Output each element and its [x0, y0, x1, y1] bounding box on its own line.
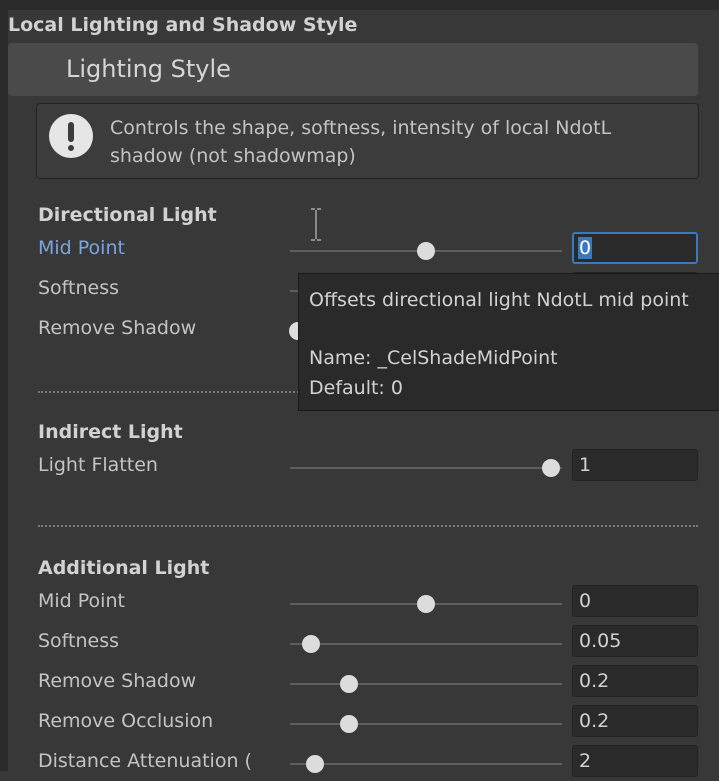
indirect-light-flatten-row: Light Flatten 1 [0, 449, 719, 485]
additional-remove-shadow-thumb[interactable] [340, 675, 358, 693]
additional-distance-attenuation-row: Distance Attenuation ( 2 [0, 745, 719, 781]
additional-mid-point-row: Mid Point 0 [0, 585, 719, 621]
additional-remove-shadow-label: Remove Shadow [38, 670, 197, 692]
additional-remove-shadow-field[interactable]: 0.2 [572, 665, 698, 697]
additional-distance-attenuation-thumb[interactable] [306, 755, 324, 773]
additional-softness-slider[interactable] [290, 643, 562, 645]
additional-softness-thumb[interactable] [302, 635, 320, 653]
additional-remove-occlusion-slider[interactable] [290, 723, 562, 725]
additional-softness-field[interactable]: 0.05 [572, 625, 698, 657]
light-flatten-value: 1 [579, 454, 592, 476]
help-box: Controls the shape, softness, intensity … [36, 103, 699, 179]
additional-remove-shadow-row: Remove Shadow 0.2 [0, 665, 719, 701]
additional-remove-occlusion-thumb[interactable] [340, 715, 358, 733]
lighting-style-label: Lighting Style [66, 55, 231, 83]
additional-remove-occlusion-value: 0.2 [579, 710, 610, 732]
additional-remove-shadow-value: 0.2 [579, 670, 610, 692]
additional-softness-value: 0.05 [579, 630, 622, 652]
additional-mid-point-thumb[interactable] [417, 595, 435, 613]
light-flatten-slider[interactable] [290, 467, 562, 469]
light-flatten-field[interactable]: 1 [572, 449, 698, 481]
section-title: Local Lighting and Shadow Style [8, 14, 358, 36]
tooltip-description: Offsets directional light NdotL mid poin… [309, 289, 689, 311]
additional-remove-occlusion-row: Remove Occlusion 0.2 [0, 705, 719, 741]
additional-softness-row: Softness 0.05 [0, 625, 719, 661]
directional-softness-label: Softness [38, 277, 120, 299]
directional-light-title: Directional Light [38, 204, 217, 226]
additional-remove-occlusion-label: Remove Occlusion [38, 710, 214, 732]
additional-mid-point-label: Mid Point [38, 590, 125, 612]
lighting-style-foldout[interactable]: Lighting Style [8, 43, 698, 96]
directional-mid-point-value: 0 [578, 237, 593, 259]
additional-remove-shadow-slider[interactable] [290, 683, 562, 685]
directional-mid-point-field[interactable]: 0 [572, 232, 698, 264]
tooltip: Offsets directional light NdotL mid poin… [298, 273, 719, 411]
section-divider [38, 525, 698, 527]
directional-mid-point-row: Mid Point 0 [0, 232, 719, 268]
additional-distance-attenuation-label: Distance Attenuation ( [38, 750, 252, 772]
additional-mid-point-field[interactable]: 0 [572, 585, 698, 617]
warning-icon [49, 114, 93, 158]
help-text: Controls the shape, softness, intensity … [110, 117, 612, 167]
directional-mid-point-label: Mid Point [38, 237, 125, 259]
additional-distance-attenuation-value: 2 [579, 750, 592, 772]
additional-remove-occlusion-field[interactable]: 0.2 [572, 705, 698, 737]
indirect-light-title: Indirect Light [38, 421, 183, 443]
directional-mid-point-thumb[interactable] [417, 242, 435, 260]
text-cursor-icon [311, 208, 321, 241]
additional-light-title: Additional Light [38, 557, 210, 579]
tooltip-property-name: Name: _CelShadeMidPoint [309, 347, 558, 369]
additional-softness-label: Softness [38, 630, 120, 652]
additional-mid-point-value: 0 [579, 590, 592, 612]
additional-distance-attenuation-slider[interactable] [290, 763, 562, 765]
light-flatten-label: Light Flatten [38, 454, 158, 476]
tooltip-default-value: Default: 0 [309, 377, 403, 399]
directional-remove-shadow-label: Remove Shadow [38, 317, 197, 339]
additional-distance-attenuation-field[interactable]: 2 [572, 745, 698, 777]
light-flatten-thumb[interactable] [542, 459, 560, 477]
